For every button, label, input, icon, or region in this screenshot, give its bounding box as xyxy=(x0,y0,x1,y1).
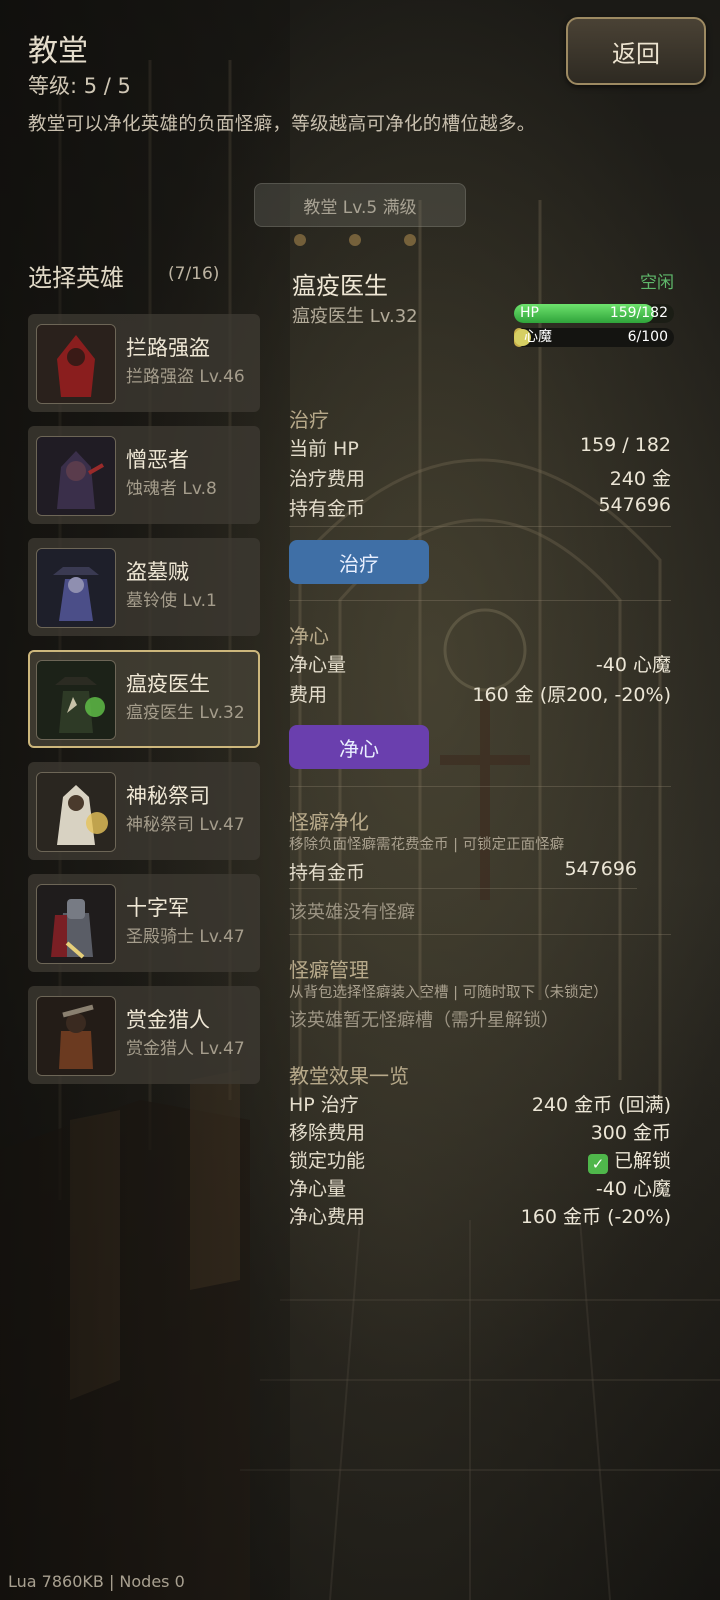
row-label: 净心量 xyxy=(289,1178,347,1200)
purify-button[interactable]: 净心 xyxy=(289,725,429,769)
selected-hero-class-level: 瘟疫医生 Lv.32 xyxy=(292,306,418,327)
hero-card[interactable]: 神秘祭司 神秘祭司 Lv.47 xyxy=(28,762,260,860)
quirk-manage-note: 从背包选择怪癖装入空槽 | 可随时取下（未锁定） xyxy=(289,985,608,1001)
checkmark-icon: ✓ xyxy=(587,1154,608,1174)
level-badge: 教堂 Lv.5 满级 xyxy=(254,183,466,227)
hero-portrait xyxy=(36,884,116,964)
row-value: 160 金 (原200, -20%) xyxy=(472,684,671,706)
row-label: 持有金币 xyxy=(289,862,366,884)
divider xyxy=(289,600,671,601)
hp-label: HP xyxy=(520,305,539,321)
hero-class-level: 瘟疫医生 Lv.32 xyxy=(126,703,245,723)
hero-card[interactable]: 拦路强盗 拦路强盗 Lv.46 xyxy=(28,314,260,412)
no-quirk-slots-message: 该英雄暂无怪癖槽（需升星解锁） xyxy=(289,1010,559,1031)
row-value: 240 金 xyxy=(609,468,671,490)
effects-row-purify-amount: 净心量 -40 心魔 xyxy=(289,1174,671,1201)
hero-class-level: 神秘祭司 Lv.47 xyxy=(126,815,245,835)
hero-status: 空闲 xyxy=(640,273,674,293)
hero-name: 赏金猎人 xyxy=(126,1008,210,1032)
hero-list: 拦路强盗 拦路强盗 Lv.46 憎恶者 蚀魂者 Lv.8 盗墓贼 墓铃使 Lv.… xyxy=(28,314,260,1098)
heal-row-cost: 治疗费用 240 金 xyxy=(289,464,671,491)
hero-select-title: 选择英雄 xyxy=(28,264,124,292)
row-label: 净心量 xyxy=(289,654,347,676)
row-label: HP 治疗 xyxy=(289,1094,359,1116)
hero-portrait xyxy=(36,324,116,404)
row-label: 净心费用 xyxy=(289,1206,366,1228)
stress-bar: 心魔 6/100 xyxy=(514,328,674,347)
building-description: 教堂可以净化英雄的负面怪癖，等级越高可净化的槽位越多。 xyxy=(28,114,536,135)
lock-status: 已解锁 xyxy=(613,1150,671,1172)
row-value: -40 心魔 xyxy=(595,1178,671,1200)
hero-name: 憎恶者 xyxy=(126,448,189,472)
row-value: ✓ 已解锁 xyxy=(587,1146,671,1174)
purify-row-amount: 净心量 -40 心魔 xyxy=(289,650,671,677)
row-value: 300 金币 xyxy=(590,1122,671,1144)
hero-class-level: 圣殿骑士 Lv.47 xyxy=(126,927,245,947)
row-value: 160 金币 (-20%) xyxy=(520,1206,671,1228)
hero-class-level: 墓铃使 Lv.1 xyxy=(126,591,217,611)
hero-card[interactable]: 盗墓贼 墓铃使 Lv.1 xyxy=(28,538,260,636)
heal-section-title: 治疗 xyxy=(289,408,329,432)
effects-row-remove-cost: 移除费用 300 金币 xyxy=(289,1118,671,1145)
divider xyxy=(289,888,637,889)
hero-name: 神秘祭司 xyxy=(126,784,210,808)
back-button[interactable]: 返回 xyxy=(566,17,706,85)
heal-row-current-hp: 当前 HP 159 / 182 xyxy=(289,434,671,461)
divider xyxy=(289,526,671,527)
hero-name: 拦路强盗 xyxy=(126,336,210,360)
stress-label: 心魔 xyxy=(524,329,552,345)
hero-card-selected[interactable]: 瘟疫医生 瘟疫医生 Lv.32 xyxy=(28,650,260,748)
heal-row-gold: 持有金币 547696 xyxy=(289,494,671,521)
row-value: 159 / 182 xyxy=(579,434,671,456)
row-label: 持有金币 xyxy=(289,498,366,520)
hero-name: 盗墓贼 xyxy=(126,560,189,584)
stress-value: 6/100 xyxy=(627,329,668,345)
building-level: 等级: 5 / 5 xyxy=(28,74,131,98)
no-quirks-message: 该英雄没有怪癖 xyxy=(289,902,415,923)
hero-class-level: 拦路强盗 Lv.46 xyxy=(126,367,245,387)
divider xyxy=(289,934,671,935)
effects-row-lock: 锁定功能 ✓ 已解锁 xyxy=(289,1146,671,1174)
page-title: 教堂 xyxy=(28,34,88,69)
hero-portrait xyxy=(36,436,116,516)
hero-name: 瘟疫医生 xyxy=(126,672,210,696)
hero-portrait xyxy=(36,772,116,852)
row-value: 547696 xyxy=(564,858,637,880)
row-value: 547696 xyxy=(598,494,671,516)
quirk-manage-title: 怪癖管理 xyxy=(289,958,369,982)
effects-row-purify-cost: 净心费用 160 金币 (-20%) xyxy=(289,1202,671,1229)
row-label: 费用 xyxy=(289,684,328,706)
selected-hero-name: 瘟疫医生 xyxy=(292,272,388,300)
hero-class-level: 蚀魂者 Lv.8 xyxy=(126,479,217,499)
hero-name: 十字军 xyxy=(126,896,189,920)
hero-class-level: 赏金猎人 Lv.47 xyxy=(126,1039,245,1059)
effects-title: 教堂效果一览 xyxy=(289,1064,409,1088)
hero-card[interactable]: 十字军 圣殿骑士 Lv.47 xyxy=(28,874,260,972)
hero-portrait xyxy=(36,548,116,628)
row-value: 240 金币 (回满) xyxy=(531,1094,671,1116)
heal-button[interactable]: 治疗 xyxy=(289,540,429,584)
hp-value: 159/182 xyxy=(609,305,668,321)
row-label: 治疗费用 xyxy=(289,468,366,490)
row-value: -40 心魔 xyxy=(595,654,671,676)
effects-row-hp-heal: HP 治疗 240 金币 (回满) xyxy=(289,1090,671,1117)
row-label: 移除费用 xyxy=(289,1122,366,1144)
row-label: 锁定功能 xyxy=(289,1150,366,1172)
hero-count: (7/16) xyxy=(168,264,220,284)
quirk-cleanse-title: 怪癖净化 xyxy=(289,810,369,834)
hero-card[interactable]: 赏金猎人 赏金猎人 Lv.47 xyxy=(28,986,260,1084)
hero-card[interactable]: 憎恶者 蚀魂者 Lv.8 xyxy=(28,426,260,524)
hero-portrait xyxy=(36,660,116,740)
row-label: 当前 HP xyxy=(289,438,359,460)
debug-footer: Lua 7860KB | Nodes 0 xyxy=(8,1572,185,1591)
purify-row-cost: 费用 160 金 (原200, -20%) xyxy=(289,680,671,707)
hero-portrait xyxy=(36,996,116,1076)
divider xyxy=(289,786,671,787)
quirk-cleanse-gold-row: 持有金币 547696 xyxy=(289,858,637,885)
quirk-cleanse-note: 移除负面怪癖需花费金币 | 可锁定正面怪癖 xyxy=(289,837,565,853)
hp-bar: HP 159/182 xyxy=(514,304,674,323)
purify-section-title: 净心 xyxy=(289,624,329,648)
